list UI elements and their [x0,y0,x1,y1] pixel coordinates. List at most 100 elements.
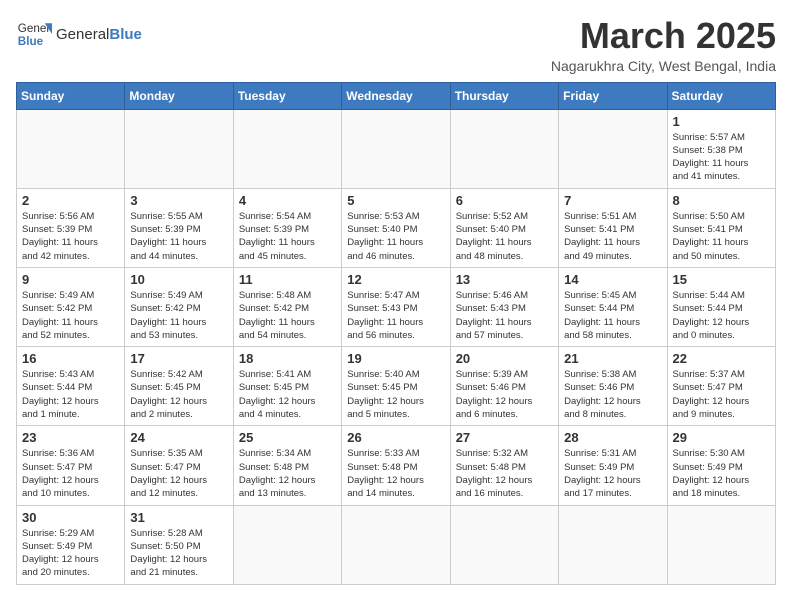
day-info: Sunrise: 5:50 AM Sunset: 5:41 PM Dayligh… [673,210,770,263]
calendar-cell: 26 Sunrise: 5:33 AM Sunset: 5:48 PM Dayli… [342,426,450,505]
calendar-cell [17,109,125,188]
day-info: Sunrise: 5:33 AM Sunset: 5:48 PM Dayligh… [347,447,444,500]
day-number: 16 [22,351,119,366]
day-number: 6 [456,193,553,208]
day-number: 5 [347,193,444,208]
calendar-cell: 12 Sunrise: 5:47 AM Sunset: 5:43 PM Dayli… [342,267,450,346]
calendar-cell: 19Sunrise: 5:40 AM Sunset: 5:45 PM Dayli… [342,347,450,426]
day-number: 19 [347,351,444,366]
day-info: Sunrise: 5:28 AM Sunset: 5:50 PM Dayligh… [130,527,227,580]
day-number: 31 [130,510,227,525]
calendar-cell: 22Sunrise: 5:37 AM Sunset: 5:47 PM Dayli… [667,347,775,426]
calendar-week-1: 2 Sunrise: 5:56 AM Sunset: 5:39 PM Daylig… [17,188,776,267]
day-info: Sunrise: 5:51 AM Sunset: 5:41 PM Dayligh… [564,210,661,263]
calendar-cell: 30 Sunrise: 5:29 AM Sunset: 5:49 PM Dayli… [17,505,125,584]
day-number: 2 [22,193,119,208]
day-number: 1 [673,114,770,129]
day-number: 17 [130,351,227,366]
day-info: Sunrise: 5:56 AM Sunset: 5:39 PM Dayligh… [22,210,119,263]
day-info: Sunrise: 5:32 AM Sunset: 5:48 PM Dayligh… [456,447,553,500]
day-number: 4 [239,193,336,208]
day-number: 13 [456,272,553,287]
calendar-header: SundayMondayTuesdayWednesdayThursdayFrid… [17,82,776,109]
calendar-cell [559,109,667,188]
day-number: 7 [564,193,661,208]
calendar-cell: 10 Sunrise: 5:49 AM Sunset: 5:42 PM Dayli… [125,267,233,346]
day-number: 12 [347,272,444,287]
day-info: Sunrise: 5:29 AM Sunset: 5:49 PM Dayligh… [22,527,119,580]
logo-text: GeneralBlue [56,26,142,43]
day-info: Sunrise: 5:46 AM Sunset: 5:43 PM Dayligh… [456,289,553,342]
calendar-cell: 17 Sunrise: 5:42 AM Sunset: 5:45 PM Dayli… [125,347,233,426]
calendar-cell: 23 Sunrise: 5:36 AM Sunset: 5:47 PM Dayli… [17,426,125,505]
day-number: 24 [130,430,227,445]
calendar-cell [342,505,450,584]
day-info: Sunrise: 5:55 AM Sunset: 5:39 PM Dayligh… [130,210,227,263]
calendar-week-0: 1 Sunrise: 5:57 AM Sunset: 5:38 PM Daylig… [17,109,776,188]
day-number: 21 [564,351,661,366]
calendar-cell [450,109,558,188]
weekday-header-monday: Monday [125,82,233,109]
calendar-week-3: 16Sunrise: 5:43 AM Sunset: 5:44 PM Dayli… [17,347,776,426]
calendar-cell: 13 Sunrise: 5:46 AM Sunset: 5:43 PM Dayli… [450,267,558,346]
day-number: 26 [347,430,444,445]
day-info: Sunrise: 5:41 AM Sunset: 5:45 PM Dayligh… [239,368,336,421]
day-info: Sunrise: 5:52 AM Sunset: 5:40 PM Dayligh… [456,210,553,263]
day-info: Sunrise: 5:31 AM Sunset: 5:49 PM Dayligh… [564,447,661,500]
calendar-table: SundayMondayTuesdayWednesdayThursdayFrid… [16,82,776,585]
calendar-cell: 31 Sunrise: 5:28 AM Sunset: 5:50 PM Dayli… [125,505,233,584]
weekday-header-wednesday: Wednesday [342,82,450,109]
calendar-cell [667,505,775,584]
day-number: 15 [673,272,770,287]
day-info: Sunrise: 5:45 AM Sunset: 5:44 PM Dayligh… [564,289,661,342]
weekday-header-friday: Friday [559,82,667,109]
day-number: 18 [239,351,336,366]
day-number: 28 [564,430,661,445]
day-info: Sunrise: 5:39 AM Sunset: 5:46 PM Dayligh… [456,368,553,421]
calendar-week-5: 30 Sunrise: 5:29 AM Sunset: 5:49 PM Dayli… [17,505,776,584]
day-info: Sunrise: 5:36 AM Sunset: 5:47 PM Dayligh… [22,447,119,500]
calendar-cell: 8 Sunrise: 5:50 AM Sunset: 5:41 PM Daylig… [667,188,775,267]
calendar-cell [125,109,233,188]
day-number: 22 [673,351,770,366]
calendar-cell: 25 Sunrise: 5:34 AM Sunset: 5:48 PM Dayli… [233,426,341,505]
day-info: Sunrise: 5:30 AM Sunset: 5:49 PM Dayligh… [673,447,770,500]
day-number: 9 [22,272,119,287]
day-info: Sunrise: 5:57 AM Sunset: 5:38 PM Dayligh… [673,131,770,184]
weekday-header-sunday: Sunday [17,82,125,109]
day-number: 27 [456,430,553,445]
day-number: 25 [239,430,336,445]
calendar-cell: 27 Sunrise: 5:32 AM Sunset: 5:48 PM Dayli… [450,426,558,505]
calendar-cell: 29Sunrise: 5:30 AM Sunset: 5:49 PM Dayli… [667,426,775,505]
calendar-body: 1 Sunrise: 5:57 AM Sunset: 5:38 PM Daylig… [17,109,776,584]
title-block: March 2025 Nagarukhra City, West Bengal,… [551,16,776,74]
header: General Blue GeneralBlue March 2025 Naga… [16,16,776,74]
calendar-subtitle: Nagarukhra City, West Bengal, India [551,58,776,74]
day-info: Sunrise: 5:53 AM Sunset: 5:40 PM Dayligh… [347,210,444,263]
weekday-header-tuesday: Tuesday [233,82,341,109]
generalblue-icon: General Blue [16,16,52,52]
day-number: 3 [130,193,227,208]
calendar-cell: 24Sunrise: 5:35 AM Sunset: 5:47 PM Dayli… [125,426,233,505]
day-info: Sunrise: 5:49 AM Sunset: 5:42 PM Dayligh… [130,289,227,342]
day-info: Sunrise: 5:44 AM Sunset: 5:44 PM Dayligh… [673,289,770,342]
calendar-cell: 5 Sunrise: 5:53 AM Sunset: 5:40 PM Daylig… [342,188,450,267]
calendar-cell: 14 Sunrise: 5:45 AM Sunset: 5:44 PM Dayli… [559,267,667,346]
calendar-cell [233,505,341,584]
calendar-cell: 2 Sunrise: 5:56 AM Sunset: 5:39 PM Daylig… [17,188,125,267]
calendar-cell: 11Sunrise: 5:48 AM Sunset: 5:42 PM Dayli… [233,267,341,346]
day-info: Sunrise: 5:47 AM Sunset: 5:43 PM Dayligh… [347,289,444,342]
day-number: 14 [564,272,661,287]
weekday-row: SundayMondayTuesdayWednesdayThursdayFrid… [17,82,776,109]
logo: General Blue GeneralBlue [16,16,142,52]
day-number: 30 [22,510,119,525]
calendar-cell: 9Sunrise: 5:49 AM Sunset: 5:42 PM Daylig… [17,267,125,346]
day-number: 23 [22,430,119,445]
day-number: 8 [673,193,770,208]
day-number: 10 [130,272,227,287]
day-info: Sunrise: 5:34 AM Sunset: 5:48 PM Dayligh… [239,447,336,500]
calendar-cell: 18 Sunrise: 5:41 AM Sunset: 5:45 PM Dayli… [233,347,341,426]
day-info: Sunrise: 5:38 AM Sunset: 5:46 PM Dayligh… [564,368,661,421]
day-info: Sunrise: 5:42 AM Sunset: 5:45 PM Dayligh… [130,368,227,421]
weekday-header-thursday: Thursday [450,82,558,109]
